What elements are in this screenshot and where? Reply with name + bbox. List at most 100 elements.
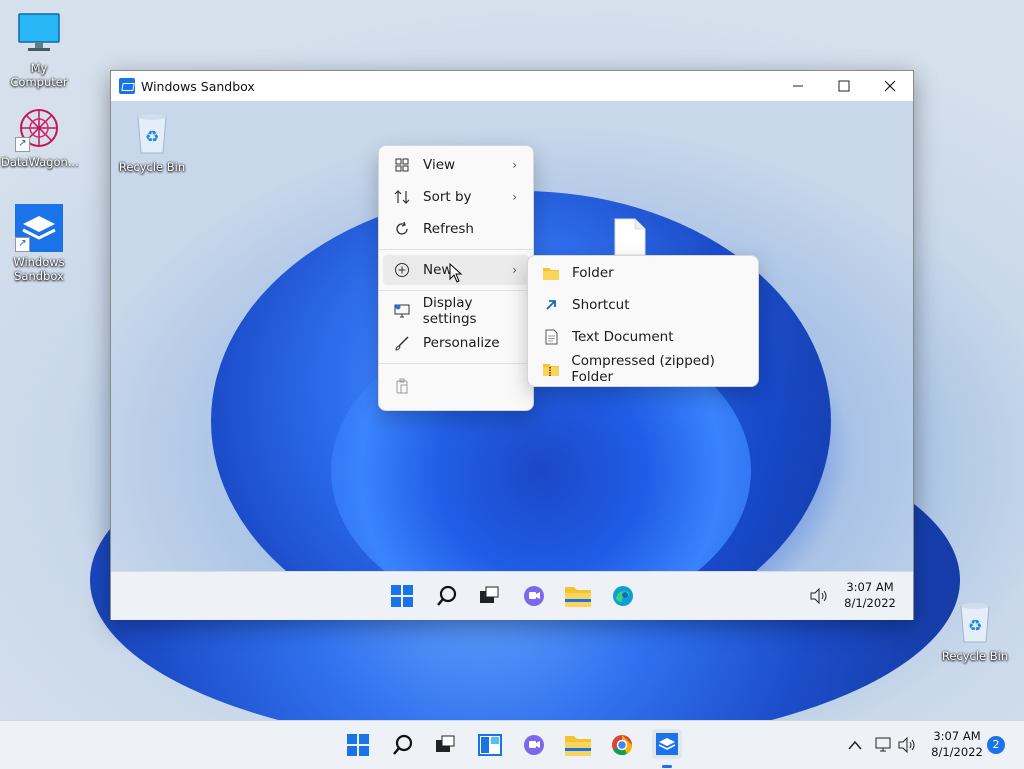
file-explorer-button[interactable] bbox=[564, 582, 592, 610]
submenu-item-folder[interactable]: Folder bbox=[532, 258, 754, 288]
search-icon bbox=[393, 734, 413, 755]
volume-button[interactable] bbox=[893, 731, 921, 759]
view-grid-icon bbox=[393, 156, 411, 174]
edge-browser-button[interactable] bbox=[609, 582, 637, 610]
search-button[interactable] bbox=[389, 731, 417, 759]
edge-icon bbox=[613, 586, 633, 606]
new-submenu[interactable]: Folder Shortcut Text Document Compressed… bbox=[527, 255, 759, 387]
menu-item-sort-by[interactable]: Sort by › bbox=[383, 182, 529, 212]
menu-item-label: Display settings bbox=[422, 295, 477, 327]
widgets-icon bbox=[478, 734, 502, 756]
desktop-context-menu[interactable]: View › Sort by › Refresh New › Display s… bbox=[378, 145, 534, 411]
sandbox-taskbar: 3:07 AM 8/1/2022 bbox=[111, 571, 913, 620]
chat-button[interactable] bbox=[520, 731, 548, 759]
submenu-item-label: Shortcut bbox=[572, 297, 630, 313]
submenu-item-label: Compressed (zipped) Folder bbox=[571, 353, 715, 385]
chrome-browser-button[interactable] bbox=[608, 731, 636, 759]
start-button[interactable] bbox=[388, 582, 416, 610]
shortcut-arrow-icon: ↗ bbox=[15, 137, 30, 152]
show-hidden-icons-button[interactable] bbox=[841, 731, 869, 759]
menu-item-refresh[interactable]: Refresh bbox=[383, 214, 529, 244]
desktop-icon-label: My Computer bbox=[10, 61, 68, 89]
host-taskbar: 3:07 AM 8/1/2022 2 bbox=[0, 720, 1024, 769]
svg-text:♻: ♻ bbox=[968, 616, 982, 635]
folder-icon bbox=[565, 736, 591, 756]
sort-icon bbox=[393, 188, 411, 206]
clock-time: 3:07 AM bbox=[846, 580, 894, 594]
menu-separator bbox=[379, 290, 533, 291]
menu-item-personalize[interactable]: Personalize bbox=[383, 328, 529, 358]
paste-icon bbox=[393, 377, 411, 395]
recycle-bin-icon: ♻ bbox=[951, 598, 999, 646]
mouse-cursor-icon bbox=[449, 263, 463, 283]
minimize-button[interactable] bbox=[775, 71, 821, 101]
notification-count-badge[interactable]: 2 bbox=[987, 736, 1005, 754]
desktop-icon-label: Windows Sandbox bbox=[13, 255, 65, 283]
shortcut-arrow-icon bbox=[542, 296, 560, 314]
task-view-button[interactable] bbox=[475, 582, 503, 610]
desktop-icon-label: Recycle Bin bbox=[118, 160, 186, 174]
monitor-icon bbox=[15, 10, 63, 58]
chevron-up-icon bbox=[848, 740, 862, 750]
menu-item-new[interactable]: New › bbox=[383, 255, 529, 285]
minimize-icon bbox=[793, 85, 803, 87]
teams-chat-icon bbox=[524, 735, 544, 755]
chevron-right-icon: › bbox=[512, 263, 517, 277]
submenu-item-shortcut[interactable]: Shortcut bbox=[532, 290, 754, 320]
sandbox-clock[interactable]: 3:07 AM 8/1/2022 bbox=[837, 579, 903, 611]
menu-item-label: Sort by bbox=[423, 189, 472, 205]
personalize-brush-icon bbox=[393, 334, 411, 352]
submenu-item-text-document[interactable]: Text Document bbox=[532, 322, 754, 352]
volume-icon bbox=[898, 736, 915, 754]
windows-sandbox-window[interactable]: Windows Sandbox ♻ Recycle Bin View › Sor… bbox=[110, 70, 914, 620]
menu-item-display-settings[interactable]: Display settings bbox=[383, 295, 529, 327]
submenu-item-label: Folder bbox=[572, 265, 614, 281]
sandbox-desktop[interactable]: ♻ Recycle Bin View › Sort by › Refresh N… bbox=[111, 101, 913, 571]
search-button[interactable] bbox=[433, 582, 461, 610]
close-button[interactable] bbox=[867, 71, 913, 101]
desktop-icon-label: Recycle Bin bbox=[941, 649, 1009, 663]
chat-button[interactable] bbox=[520, 582, 548, 610]
desktop-icon-label: DataWagon... bbox=[1, 155, 79, 169]
desktop-icon-recycle-bin[interactable]: ♻ Recycle Bin bbox=[937, 598, 1013, 663]
file-explorer-button[interactable] bbox=[564, 731, 592, 759]
submenu-item-label: Text Document bbox=[572, 329, 674, 345]
windows-logo-icon bbox=[347, 734, 369, 756]
new-plus-icon bbox=[393, 261, 411, 279]
desktop-icon-my-computer[interactable]: My Computer bbox=[1, 10, 77, 89]
desktop-icon-windows-sandbox[interactable]: ↗ Windows Sandbox bbox=[1, 204, 77, 283]
menu-item-paste[interactable] bbox=[383, 371, 529, 401]
task-view-button[interactable] bbox=[431, 731, 459, 759]
title-bar[interactable]: Windows Sandbox bbox=[111, 71, 913, 101]
folder-icon bbox=[542, 264, 560, 282]
close-icon bbox=[884, 80, 896, 92]
chevron-right-icon: › bbox=[512, 190, 517, 204]
menu-separator bbox=[379, 363, 533, 364]
maximize-icon bbox=[838, 80, 850, 92]
menu-item-view[interactable]: View › bbox=[383, 150, 529, 180]
host-clock[interactable]: 3:07 AM 8/1/2022 bbox=[924, 728, 990, 760]
volume-button[interactable] bbox=[805, 582, 833, 610]
submenu-item-zip-folder[interactable]: Compressed (zipped) Folder bbox=[532, 353, 754, 385]
menu-item-label: View bbox=[423, 157, 456, 173]
start-button[interactable] bbox=[344, 731, 372, 759]
task-view-icon bbox=[436, 735, 455, 752]
windows-logo-icon bbox=[391, 585, 413, 607]
menu-item-label: Refresh bbox=[423, 221, 474, 237]
svg-text:♻: ♻ bbox=[145, 127, 159, 146]
menu-separator bbox=[379, 249, 533, 250]
folder-icon bbox=[565, 587, 591, 607]
teams-chat-icon bbox=[524, 586, 544, 606]
sandbox-icon bbox=[656, 733, 678, 755]
shortcut-arrow-icon: ↗ bbox=[15, 237, 30, 252]
datawagon-icon: ↗ bbox=[15, 104, 63, 152]
sandbox-desktop-icon-recycle-bin[interactable]: ♻ Recycle Bin bbox=[114, 109, 190, 174]
widgets-button[interactable] bbox=[476, 731, 504, 759]
volume-icon bbox=[810, 587, 827, 605]
desktop-icon-datawagon[interactable]: ↗ DataWagon... bbox=[1, 104, 79, 169]
sandbox-icon: ↗ bbox=[15, 204, 63, 252]
display-settings-icon bbox=[393, 302, 411, 320]
maximize-button[interactable] bbox=[821, 71, 867, 101]
windows-sandbox-taskbar-button[interactable] bbox=[652, 729, 682, 759]
clock-date: 8/1/2022 bbox=[844, 596, 896, 610]
